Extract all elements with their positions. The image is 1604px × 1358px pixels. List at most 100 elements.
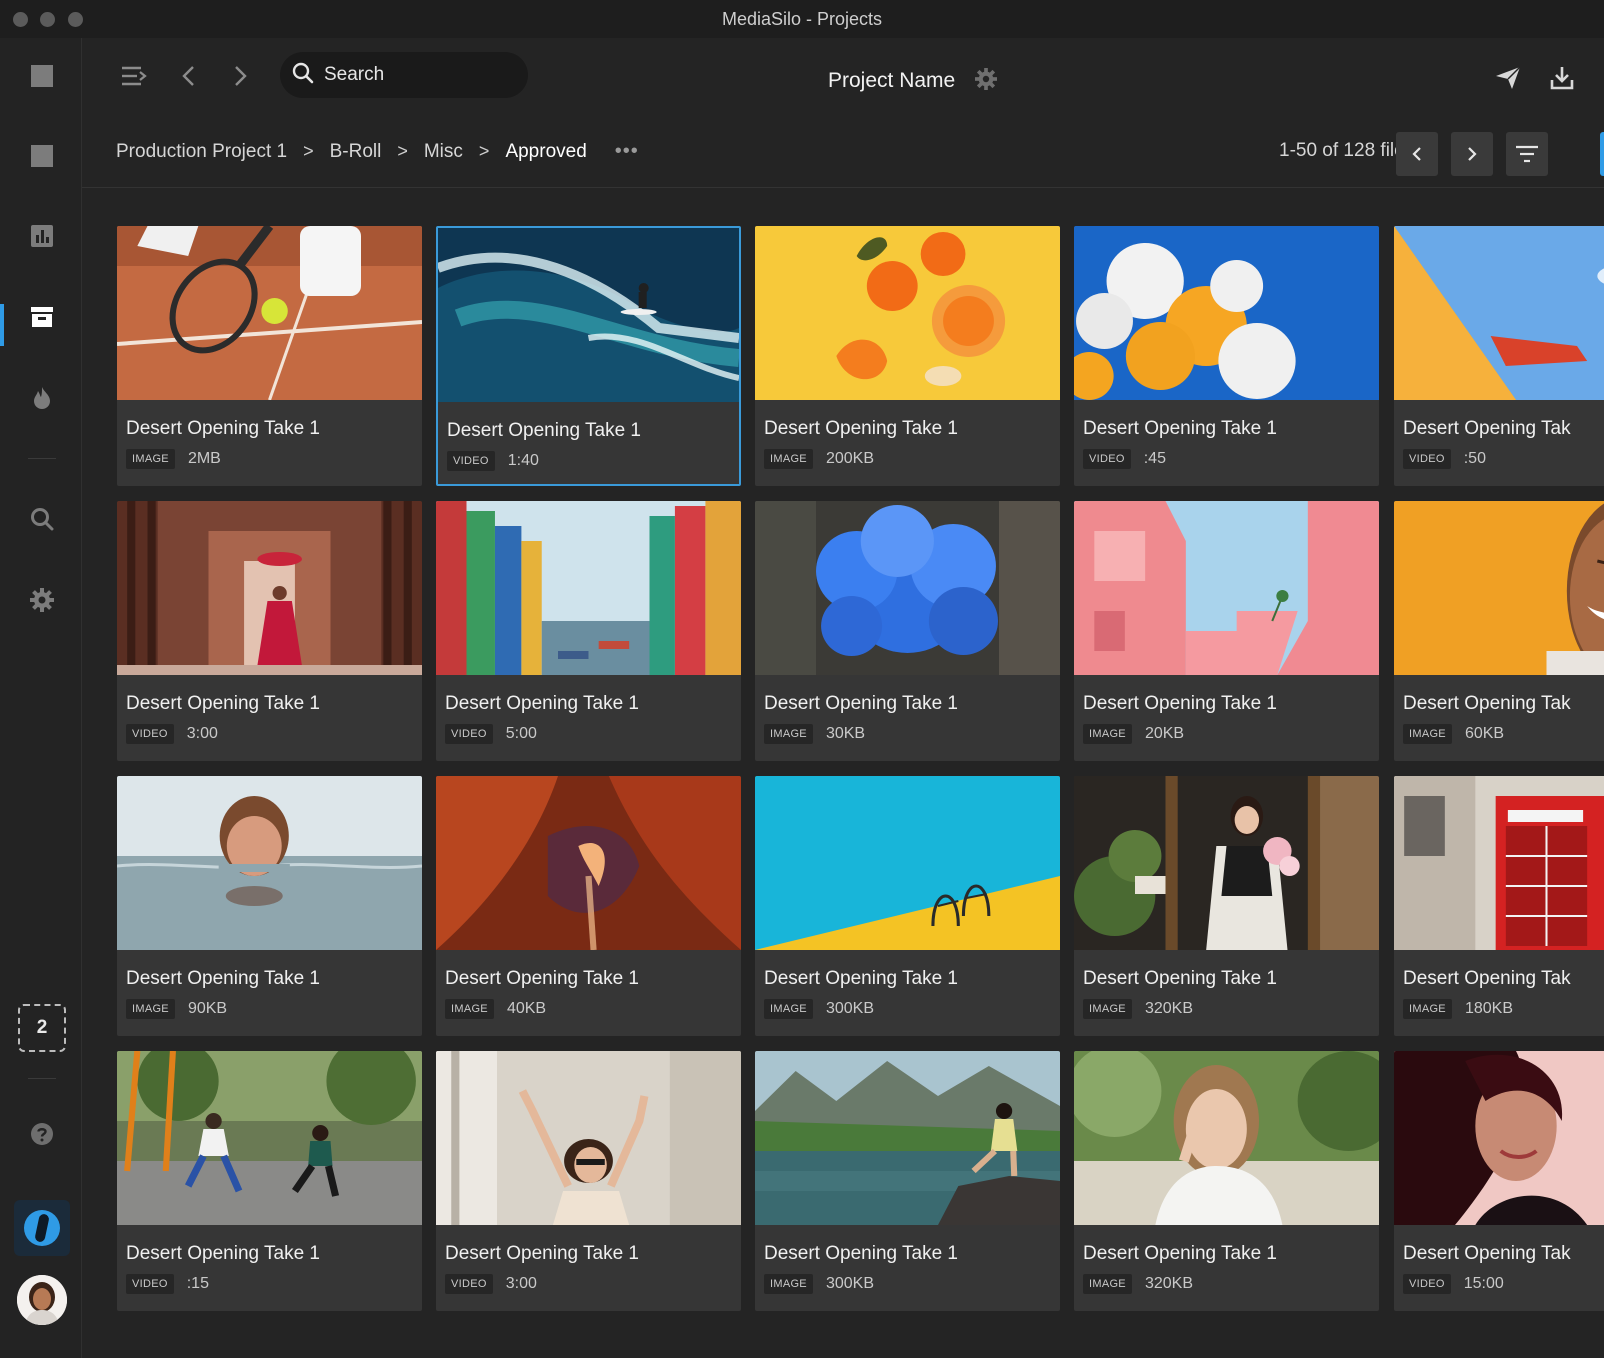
breadcrumb-misc[interactable]: Misc <box>424 141 463 163</box>
asset-thumbnail[interactable] <box>1394 501 1604 675</box>
asset-card[interactable]: Desert Opening Take 1 IMAGE 320KB <box>1074 776 1379 1036</box>
project-settings-gear-icon[interactable] <box>975 68 998 96</box>
breadcrumb-approved[interactable]: Approved <box>505 141 586 163</box>
collapse-menu-icon[interactable] <box>118 60 150 92</box>
asset-thumbnail[interactable] <box>755 1051 1060 1225</box>
analytics-icon[interactable] <box>30 224 54 248</box>
asset-thumbnail[interactable] <box>436 501 741 675</box>
asset-thumbnail[interactable] <box>1394 226 1604 400</box>
square-icon[interactable] <box>30 64 54 88</box>
asset-thumbnail[interactable] <box>1394 1051 1604 1225</box>
next-page-button[interactable] <box>1451 132 1493 176</box>
asset-thumbnail[interactable] <box>1074 226 1379 400</box>
asset-title: Desert Opening Take 1 <box>764 418 958 439</box>
asset-thumbnail[interactable] <box>755 501 1060 675</box>
asset-thumbnail[interactable] <box>117 1051 422 1225</box>
search-icon[interactable] <box>30 507 54 531</box>
asset-title: Desert Opening Take 1 <box>126 693 320 714</box>
asset-card[interactable]: Desert Opening Take 1 IMAGE 90KB <box>117 776 422 1036</box>
asset-card[interactable]: Desert Opening Tak VIDEO:50 <box>1394 226 1604 486</box>
asset-duration: 1:40 <box>507 452 539 469</box>
project-title: Project Name <box>828 68 998 96</box>
back-arrow-icon[interactable] <box>172 60 204 92</box>
asset-file-size: 90KB <box>187 1000 228 1017</box>
download-icon[interactable] <box>1546 62 1578 94</box>
previous-page-button[interactable] <box>1396 132 1438 176</box>
asset-type-badge: IMAGE <box>1403 999 1452 1019</box>
projects-archive-icon[interactable] <box>30 305 54 329</box>
asset-thumbnail[interactable] <box>117 776 422 950</box>
asset-card[interactable]: Desert Opening Take 1 IMAGE 300KB <box>755 1051 1060 1311</box>
asset-title: Desert Opening Take 1 <box>445 968 639 989</box>
project-name: Project Name <box>828 69 956 92</box>
asset-card[interactable]: Desert Opening Take 1 IMAGE 40KB <box>436 776 741 1036</box>
brand-logo[interactable] <box>14 1200 70 1256</box>
asset-meta: VIDEO:45 <box>1083 449 1166 469</box>
asset-title: Desert Opening Take 1 <box>1083 1243 1277 1264</box>
asset-file-size: 20KB <box>1144 725 1185 742</box>
asset-title: Desert Opening Take 1 <box>445 693 639 714</box>
filter-button[interactable] <box>1506 132 1548 176</box>
asset-card[interactable]: Desert Opening Take 1 IMAGE 320KB <box>1074 1051 1379 1311</box>
sidebar-divider <box>28 458 56 459</box>
asset-thumbnail[interactable] <box>1074 501 1379 675</box>
asset-meta: VIDEO 5:00 <box>445 724 537 744</box>
asset-card[interactable]: Desert Opening Take 1 IMAGE 200KB <box>755 226 1060 486</box>
asset-card[interactable]: Desert Opening Take 1 VIDEO 3:00 <box>436 1051 741 1311</box>
more-options-icon[interactable]: ••• <box>615 140 639 163</box>
asset-thumbnail[interactable] <box>755 226 1060 400</box>
forward-arrow-icon[interactable] <box>225 60 257 92</box>
asset-type-badge: IMAGE <box>1083 999 1132 1019</box>
asset-thumbnail[interactable] <box>1074 1051 1379 1225</box>
asset-thumbnail[interactable] <box>436 776 741 950</box>
asset-meta: VIDEO 3:00 <box>445 1274 537 1294</box>
asset-title: Desert Opening Take 1 <box>447 420 641 441</box>
asset-card[interactable]: Desert Opening Take 1 IMAGE 20KB <box>1074 501 1379 761</box>
breadcrumb-b-roll[interactable]: B-Roll <box>330 141 382 163</box>
asset-card[interactable]: Desert Opening Take 1 IMAGE 300KB <box>755 776 1060 1036</box>
search-bar[interactable] <box>280 52 528 98</box>
asset-thumbnail[interactable] <box>1394 776 1604 950</box>
asset-title: Desert Opening Tak <box>1403 693 1571 714</box>
asset-type-badge: IMAGE <box>1083 724 1132 744</box>
search-icon <box>292 62 314 89</box>
asset-thumbnail[interactable] <box>755 776 1060 950</box>
gear-icon[interactable] <box>30 588 54 612</box>
asset-card[interactable]: Desert Opening Tak IMAGE 60KB <box>1394 501 1604 761</box>
asset-title: Desert Opening Tak <box>1403 418 1571 439</box>
search-input[interactable] <box>324 64 504 86</box>
asset-card[interactable]: Desert Opening Take 1 VIDEO:15 <box>117 1051 422 1311</box>
sidebar-divider <box>28 1078 56 1079</box>
send-icon[interactable] <box>1492 62 1524 94</box>
asset-thumbnail[interactable] <box>117 226 422 400</box>
user-avatar[interactable] <box>17 1275 67 1325</box>
breadcrumb-production-project[interactable]: Production Project 1 <box>116 141 287 163</box>
asset-duration: :15 <box>186 1275 209 1292</box>
asset-type-badge: IMAGE <box>764 449 813 469</box>
view-toggle-button[interactable] <box>1600 132 1604 176</box>
help-icon[interactable] <box>30 1122 54 1146</box>
asset-meta: IMAGE 20KB <box>1083 724 1184 744</box>
asset-meta: VIDEO 1:40 <box>447 451 539 471</box>
asset-file-size: 300KB <box>825 1000 874 1017</box>
asset-thumbnail[interactable] <box>438 228 739 402</box>
square-icon[interactable] <box>30 144 54 168</box>
asset-duration: 5:00 <box>505 725 537 742</box>
selection-count-badge[interactable]: 2 <box>18 1004 66 1052</box>
asset-type-badge: VIDEO <box>445 1274 493 1294</box>
asset-thumbnail[interactable] <box>436 1051 741 1225</box>
breadcrumb-separator: > <box>478 141 490 161</box>
flame-icon[interactable] <box>30 386 54 410</box>
asset-meta: IMAGE 300KB <box>764 999 874 1019</box>
asset-card[interactable]: Desert Opening Take 1 IMAGE 2MB <box>117 226 422 486</box>
asset-card[interactable]: Desert Opening Take 1 IMAGE 30KB <box>755 501 1060 761</box>
asset-card[interactable]: Desert Opening Take 1 VIDEO 3:00 <box>117 501 422 761</box>
asset-card[interactable]: Desert Opening Take 1 VIDEO 1:40 <box>436 226 741 486</box>
asset-card[interactable]: Desert Opening Tak VIDEO 15:00 <box>1394 1051 1604 1311</box>
filter-icon <box>1516 145 1538 163</box>
asset-card[interactable]: Desert Opening Take 1 VIDEO:45 <box>1074 226 1379 486</box>
asset-thumbnail[interactable] <box>1074 776 1379 950</box>
asset-card[interactable]: Desert Opening Tak IMAGE 180KB <box>1394 776 1604 1036</box>
asset-thumbnail[interactable] <box>117 501 422 675</box>
asset-card[interactable]: Desert Opening Take 1 VIDEO 5:00 <box>436 501 741 761</box>
